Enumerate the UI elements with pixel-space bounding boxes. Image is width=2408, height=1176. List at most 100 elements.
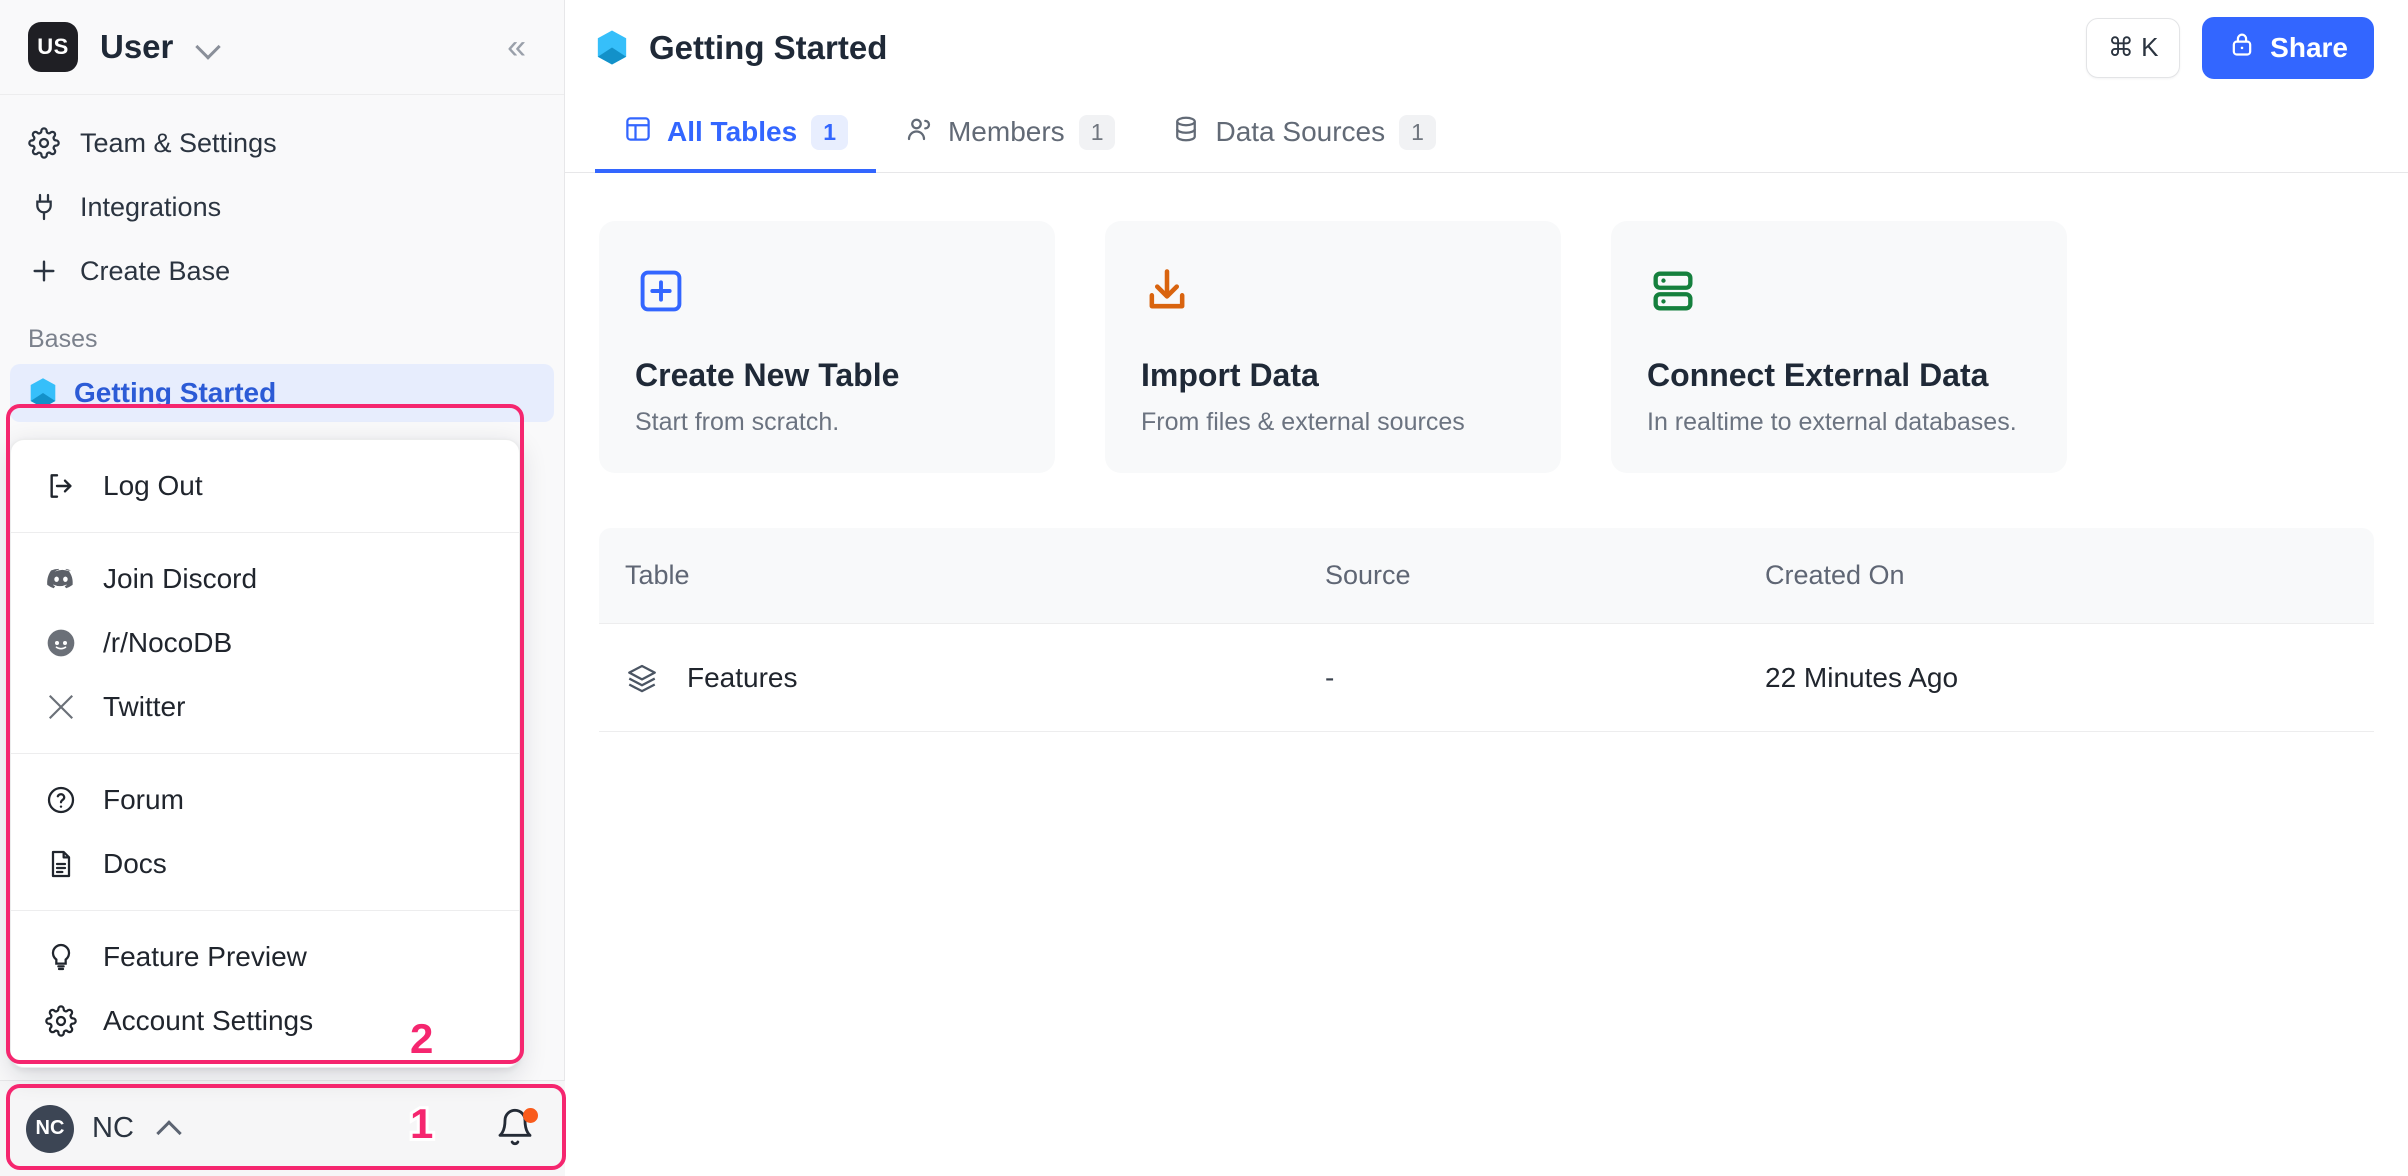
share-button[interactable]: Share	[2202, 17, 2374, 79]
plug-icon	[28, 191, 66, 223]
column-header-created-on: Created On	[1765, 560, 2348, 591]
menu-item-label: /r/NocoDB	[103, 627, 232, 659]
database-icon	[1171, 114, 1201, 151]
document-icon	[41, 844, 81, 884]
card-connect-external-data[interactable]: Connect External Data In realtime to ext…	[1611, 221, 2067, 473]
users-icon	[904, 114, 934, 151]
table-layers-icon	[625, 661, 665, 695]
header-actions: ⌘ K Share	[2086, 17, 2374, 79]
menu-item-label: Account Settings	[103, 1005, 313, 1037]
sidebar-item-label: Integrations	[80, 192, 221, 223]
sidebar-item-label: Team & Settings	[80, 128, 277, 159]
user-bar[interactable]: NC NC	[0, 1080, 565, 1176]
download-tray-icon	[1141, 265, 1525, 323]
table-name-label: Features	[687, 662, 798, 694]
menu-item-label: Join Discord	[103, 563, 257, 595]
workspace-header[interactable]: US User «	[0, 0, 564, 95]
card-subtitle: In realtime to external databases.	[1647, 408, 2031, 437]
sidebar-item-label: Create Base	[80, 256, 230, 287]
menu-item-label: Log Out	[103, 470, 203, 502]
column-header-source: Source	[1325, 560, 1765, 591]
avatar: NC	[26, 1105, 74, 1153]
tab-label: All Tables	[667, 116, 797, 148]
bases-section-label: Bases	[0, 303, 564, 364]
tab-label: Members	[948, 116, 1065, 148]
question-circle-icon	[41, 780, 81, 820]
tab-all-tables[interactable]: All Tables 1	[595, 95, 876, 173]
lightbulb-icon	[41, 937, 81, 977]
sidebar: US User « Team & Settings	[0, 0, 565, 1176]
table-grid-icon	[623, 114, 653, 151]
plus-icon	[28, 255, 66, 287]
card-subtitle: From files & external sources	[1141, 408, 1525, 437]
lock-icon	[2228, 30, 2256, 65]
column-header-table: Table	[625, 560, 1325, 591]
notification-bell-icon[interactable]	[495, 1107, 539, 1151]
sidebar-item-team-settings[interactable]: Team & Settings	[0, 111, 564, 175]
menu-group-session: Log Out	[11, 440, 519, 532]
tables-list: Table Source Created On Features -	[599, 528, 2374, 732]
tab-label: Data Sources	[1215, 116, 1385, 148]
main-content: Getting Started ⌘ K Share	[565, 0, 2408, 1176]
menu-item-account-settings[interactable]: Account Settings	[11, 989, 519, 1053]
menu-item-docs[interactable]: Docs	[11, 832, 519, 896]
gear-icon	[41, 1001, 81, 1041]
base-hexagon-icon	[28, 377, 58, 409]
chevron-up-icon[interactable]	[156, 1116, 182, 1142]
menu-item-feature-preview[interactable]: Feature Preview	[11, 925, 519, 989]
card-create-new-table[interactable]: Create New Table Start from scratch.	[599, 221, 1055, 473]
table-row[interactable]: Features - 22 Minutes Ago	[599, 624, 2374, 732]
card-import-data[interactable]: Import Data From files & external source…	[1105, 221, 1561, 473]
gear-icon	[28, 127, 66, 159]
table-header-row: Table Source Created On	[599, 528, 2374, 624]
tab-data-sources[interactable]: Data Sources 1	[1143, 95, 1463, 173]
annotation-number-2: 2	[410, 1015, 433, 1063]
card-title: Create New Table	[635, 357, 1019, 394]
cell-source: -	[1325, 662, 1765, 694]
account-menu: Log Out Join Discord	[10, 439, 520, 1068]
menu-item-label: Twitter	[103, 691, 185, 723]
logout-icon	[41, 466, 81, 506]
tab-count: 1	[1399, 115, 1436, 150]
tab-count: 1	[1079, 115, 1116, 150]
menu-item-label: Forum	[103, 784, 184, 816]
menu-item-log-out[interactable]: Log Out	[11, 454, 519, 518]
page-title: Getting Started	[649, 29, 887, 67]
collapse-sidebar-icon[interactable]: «	[497, 24, 536, 70]
workspace-name: User	[100, 28, 173, 66]
menu-item-twitter[interactable]: Twitter	[11, 675, 519, 739]
sidebar-nav: Team & Settings Integrations	[0, 95, 564, 422]
server-stack-icon	[1647, 265, 2031, 323]
tab-members[interactable]: Members 1	[876, 95, 1144, 173]
reddit-icon	[41, 623, 81, 663]
sidebar-item-integrations[interactable]: Integrations	[0, 175, 564, 239]
sidebar-base-getting-started[interactable]: Getting Started	[10, 364, 554, 422]
notification-dot	[523, 1108, 538, 1123]
card-title: Import Data	[1141, 357, 1525, 394]
card-subtitle: Start from scratch.	[635, 408, 1019, 437]
menu-item-forum[interactable]: Forum	[11, 768, 519, 832]
card-title: Connect External Data	[1647, 357, 2031, 394]
base-hexagon-icon	[595, 29, 629, 66]
menu-group-community: Join Discord /r/NocoDB	[11, 533, 519, 753]
menu-item-label: Feature Preview	[103, 941, 307, 973]
tab-bar: All Tables 1 Members 1	[565, 95, 2408, 173]
tab-count: 1	[811, 115, 848, 150]
sidebar-item-create-base[interactable]: Create Base	[0, 239, 564, 303]
user-name: NC	[92, 1112, 134, 1145]
twitter-x-icon	[41, 687, 81, 727]
action-cards: Create New Table Start from scratch. Imp…	[565, 173, 2408, 473]
base-label: Getting Started	[74, 377, 276, 409]
command-palette-button[interactable]: ⌘ K	[2086, 18, 2180, 78]
cell-created-on: 22 Minutes Ago	[1765, 662, 2348, 694]
main-header: Getting Started ⌘ K Share	[565, 0, 2408, 95]
menu-group-account: Feature Preview Account Settings	[11, 911, 519, 1067]
plus-square-icon	[635, 265, 1019, 323]
chevron-down-icon[interactable]	[195, 34, 221, 60]
menu-item-join-discord[interactable]: Join Discord	[11, 547, 519, 611]
menu-item-reddit[interactable]: /r/NocoDB	[11, 611, 519, 675]
annotation-number-1: 1	[410, 1100, 433, 1148]
discord-icon	[41, 559, 81, 599]
share-label: Share	[2270, 32, 2348, 64]
cell-table-name: Features	[625, 661, 1325, 695]
